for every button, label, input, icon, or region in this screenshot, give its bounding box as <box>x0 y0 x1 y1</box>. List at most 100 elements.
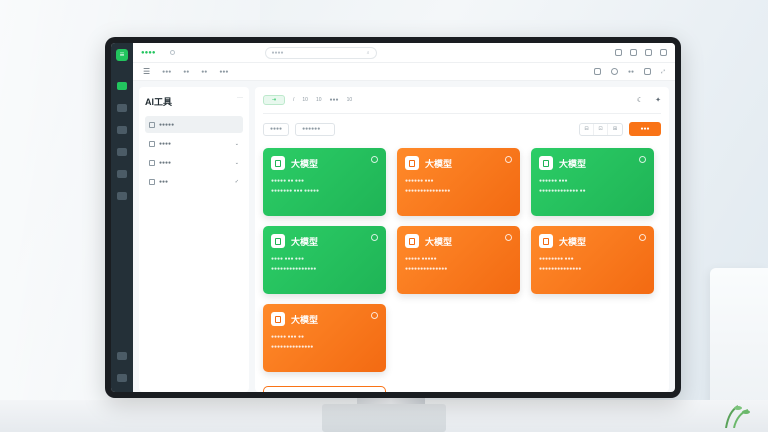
collapse-icon[interactable]: ⤢ <box>661 69 665 75</box>
crumb-4[interactable]: ●●● <box>219 69 228 75</box>
panel-title: AI工具 <box>145 97 173 107</box>
expand-icon[interactable] <box>660 49 667 56</box>
icon-rail: ≡ <box>111 43 133 392</box>
tab-item[interactable]: ●●● <box>330 97 339 103</box>
document-icon <box>271 156 285 170</box>
card-view-icon[interactable]: ⊡ <box>594 123 608 135</box>
rail-user-icon[interactable] <box>117 374 127 382</box>
model-card[interactable]: 大模型 ●●●●● ●●●●● ●●●●●●●●●●●●●● <box>397 226 520 294</box>
document-icon <box>539 156 553 170</box>
card-meta: ●●●●●● ●●● <box>539 178 568 184</box>
settings-icon[interactable] <box>639 234 646 241</box>
card-title: 大模型 <box>425 236 453 247</box>
top-bar: ●●●● ●●●● ⌕ <box>133 43 675 63</box>
notification-icon[interactable] <box>615 49 622 56</box>
bell-icon[interactable] <box>593 68 601 75</box>
menu-icon[interactable]: ☰ <box>143 67 150 76</box>
panel-item-label: ●●●● <box>159 159 172 166</box>
crumb-3[interactable]: ●● <box>201 69 207 75</box>
settings-icon[interactable] <box>371 156 378 163</box>
card-title: 大模型 <box>559 236 587 247</box>
next-card-edge <box>263 386 386 392</box>
screen-icon[interactable] <box>643 68 651 75</box>
sparkle-icon[interactable]: ✦ <box>655 96 661 104</box>
rail-folder-icon[interactable] <box>117 170 127 178</box>
app-logo-icon[interactable]: ≡ <box>116 49 128 61</box>
model-card[interactable]: 大模型 ●●●●●●●● ●●● ●●●●●●●●●●●●●● <box>531 226 654 294</box>
grid-view-icon[interactable]: ⊞ <box>608 124 622 135</box>
model-card[interactable]: 大模型 ●●●●● ●● ●●● ●●●●●●● ●●● ●●●●● <box>263 148 386 216</box>
tab-item[interactable]: 10 <box>302 97 308 103</box>
more-icon[interactable]: ··· <box>237 95 243 108</box>
panel-item[interactable]: ●●●●● <box>145 116 243 133</box>
grid-icon[interactable] <box>645 49 652 56</box>
item-icon <box>149 121 155 128</box>
settings-icon[interactable] <box>639 156 646 163</box>
settings-icon[interactable] <box>505 234 512 241</box>
content-area: ⇥ / 10 10 ●●● 10 ☾ ✦ ●●●● ●●●●●● ⊟ ⊡ ⊞ ●… <box>255 87 669 392</box>
filter-select[interactable]: ●●●●●● <box>295 122 336 136</box>
tab-actions: ☾ ✦ <box>637 96 661 104</box>
card-title: 大模型 <box>425 158 453 169</box>
panel-header: AI工具 ··· <box>145 95 243 108</box>
search-input[interactable]: ●●●● ⌕ <box>264 46 377 59</box>
item-icon <box>149 140 155 147</box>
panel-item[interactable]: ●●●● ⌄ <box>145 154 243 171</box>
filter-bar: ●●●● ●●●●●● ⊟ ⊡ ⊞ ●●● <box>263 122 661 136</box>
user-name[interactable]: ●● <box>628 69 634 75</box>
rail-docs-icon[interactable] <box>117 126 127 134</box>
rail-stats-icon[interactable] <box>117 192 127 200</box>
panel-item-label: ●●●● <box>159 140 172 147</box>
card-title: 大模型 <box>291 314 319 325</box>
list-view-icon[interactable]: ⊟ <box>580 123 594 135</box>
search-placeholder: ●●●● <box>271 49 284 56</box>
card-desc: ●●●●●●●●●●●●●● <box>405 266 448 272</box>
search-icon: ⌕ <box>366 49 370 56</box>
model-card[interactable]: 大模型 ●●●●●● ●●● ●●●●●●●●●●●●●●● <box>397 148 520 216</box>
item-icon <box>149 159 155 166</box>
panel-item[interactable]: ●●●● ⌄ <box>145 135 243 152</box>
rail-tools-icon[interactable] <box>117 104 127 112</box>
chevron-down-icon: ⌄ <box>234 140 239 147</box>
card-desc: ●●●●●●●●●●●●●●● <box>271 266 317 272</box>
rail-chart-icon[interactable] <box>117 148 127 156</box>
plant-decoration <box>725 405 750 428</box>
subbar-actions: ●● ⤢ <box>593 68 665 75</box>
document-icon <box>539 234 553 248</box>
settings-icon[interactable] <box>371 234 378 241</box>
model-card[interactable]: 大模型 ●●●●●● ●●● ●●●●●●●●●●●●● ●● <box>531 148 654 216</box>
model-card[interactable]: 大模型 ●●●●● ●●● ●● ●●●●●●●●●●●●●● <box>263 304 386 372</box>
help-icon[interactable] <box>630 49 637 56</box>
tab-active[interactable]: ⇥ <box>263 95 285 105</box>
tab-item[interactable]: 10 <box>316 97 322 103</box>
rail-settings-icon[interactable] <box>117 352 127 360</box>
card-desc: ●●●●●●●●●●●●●● <box>271 344 314 350</box>
document-icon <box>405 156 419 170</box>
create-button[interactable]: ●●● <box>629 122 661 136</box>
settings-icon[interactable] <box>505 156 512 163</box>
avatar[interactable] <box>610 68 618 75</box>
main-area: ●●●● ●●●● ⌕ ☰ ●●● ●● ●● ●●● ●● ⤢ AI工具 ··… <box>133 43 675 392</box>
moon-icon[interactable]: ☾ <box>637 96 643 104</box>
refresh-icon[interactable] <box>169 50 175 55</box>
screen: ≡ ●●●● ●●●● ⌕ ☰ ●●● ●● ●● ●●● ●● ⤢ AI工具 … <box>111 43 675 392</box>
breadcrumb-bar: ☰ ●●● ●● ●● ●●● ●● ⤢ <box>133 63 675 81</box>
crumb-1[interactable]: ●●● <box>162 69 171 75</box>
panel-item[interactable]: ●●● ✓ <box>145 173 243 190</box>
document-icon <box>271 312 285 326</box>
rail-home-icon[interactable] <box>117 82 127 90</box>
side-object <box>710 268 768 408</box>
model-card[interactable]: 大模型 ●●●● ●●● ●●● ●●●●●●●●●●●●●●● <box>263 226 386 294</box>
tab-item[interactable]: 10 <box>347 97 353 103</box>
filter-button[interactable]: ●●●● <box>263 122 290 136</box>
crumb-2[interactable]: ●● <box>183 69 189 75</box>
card-title: 大模型 <box>291 158 319 169</box>
view-controls: ⊟ ⊡ ⊞ ●●● <box>579 122 661 136</box>
tabs-row: ⇥ / 10 10 ●●● 10 ☾ ✦ <box>263 93 661 107</box>
tab-item[interactable]: / <box>293 97 294 103</box>
check-icon: ✓ <box>234 178 239 185</box>
card-grid: 大模型 ●●●●● ●● ●●● ●●●●●●● ●●● ●●●●● 大模型 ●… <box>263 148 661 372</box>
settings-icon[interactable] <box>371 312 378 319</box>
document-icon <box>405 234 419 248</box>
card-title: 大模型 <box>559 158 587 169</box>
